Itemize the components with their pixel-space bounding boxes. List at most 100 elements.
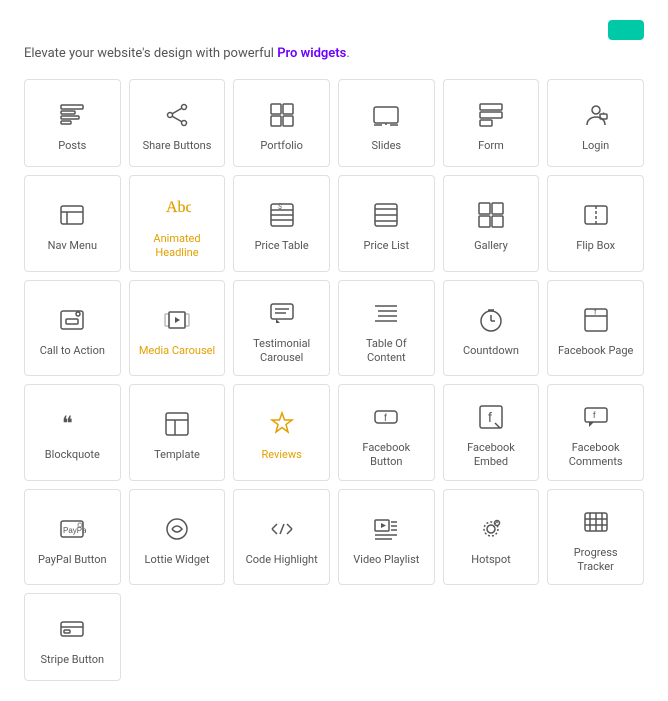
svg-text:f: f [384, 413, 387, 424]
paypal-icon: PayPal [58, 511, 86, 547]
widget-item-gallery[interactable]: Gallery [443, 175, 540, 272]
widget-label-facebook-embed: Facebook Embed [452, 441, 531, 470]
widget-label-facebook-button: Facebook Button [347, 441, 426, 470]
portfolio-icon [268, 97, 296, 133]
widget-label-stripe-button: Stripe Button [41, 653, 105, 667]
widget-item-reviews[interactable]: Reviews [233, 384, 330, 481]
widget-item-video-playlist[interactable]: Video Playlist [338, 489, 435, 586]
widget-item-price-list[interactable]: Price List [338, 175, 435, 272]
lottie-icon [163, 511, 191, 547]
svg-text:$: $ [278, 203, 282, 211]
widget-label-share-buttons: Share Buttons [143, 139, 212, 153]
widget-item-facebook-page[interactable]: f Facebook Page [547, 280, 644, 377]
facebook-comments-icon: f [582, 399, 610, 435]
widget-label-price-table: Price Table [255, 239, 309, 253]
widget-item-stripe-button[interactable]: Stripe Button [24, 593, 121, 681]
widget-label-posts: Posts [58, 139, 86, 153]
widget-item-code-highlight[interactable]: Code Highlight [233, 489, 330, 586]
widget-label-flip-box: Flip Box [576, 239, 615, 253]
navmenu-icon [58, 197, 86, 233]
widget-item-portfolio[interactable]: Portfolio [233, 79, 330, 167]
widget-item-lottie-widget[interactable]: Lottie Widget [129, 489, 226, 586]
widget-item-price-table[interactable]: $ Price Table [233, 175, 330, 272]
widget-label-form: Form [478, 139, 504, 153]
video-playlist-icon [372, 511, 400, 547]
widget-item-nav-menu[interactable]: Nav Menu [24, 175, 121, 272]
share-icon [163, 97, 191, 133]
animated-headline-icon: Abc [163, 190, 191, 226]
widget-label-animated-headline: Animated Headline [138, 232, 217, 261]
toc-icon [372, 295, 400, 331]
widget-label-lottie-widget: Lottie Widget [145, 553, 210, 567]
page-header [24, 20, 644, 40]
progress-tracker-icon [582, 504, 610, 540]
widget-item-slides[interactable]: Slides [338, 79, 435, 167]
widget-label-paypal-button: PayPal Button [38, 553, 107, 567]
widget-label-video-playlist: Video Playlist [353, 553, 419, 567]
widget-label-countdown: Countdown [463, 344, 519, 358]
login-icon [582, 97, 610, 133]
widget-label-price-list: Price List [364, 239, 410, 253]
facebook-button-icon: f [372, 399, 400, 435]
widget-item-media-carousel[interactable]: Media Carousel [129, 280, 226, 377]
widget-item-facebook-comments[interactable]: f Facebook Comments [547, 384, 644, 481]
widget-item-progress-tracker[interactable]: Progress Tracker [547, 489, 644, 586]
widget-label-portfolio: Portfolio [260, 139, 302, 153]
widget-item-share-buttons[interactable]: Share Buttons [129, 79, 226, 167]
widget-item-template[interactable]: Template [129, 384, 226, 481]
slides-icon [372, 97, 400, 133]
widget-item-login[interactable]: Login [547, 79, 644, 167]
svg-text:Abc: Abc [166, 199, 191, 216]
form-icon [477, 97, 505, 133]
widget-item-table-of-content[interactable]: Table Of Content [338, 280, 435, 377]
widget-label-code-highlight: Code Highlight [246, 553, 318, 567]
testimonial-carousel-icon [268, 295, 296, 331]
widget-item-posts[interactable]: Posts [24, 79, 121, 167]
widget-label-gallery: Gallery [474, 239, 508, 253]
widget-label-table-of-content: Table Of Content [347, 337, 426, 366]
widget-label-login: Login [582, 139, 609, 153]
facebook-embed-icon: f [477, 399, 505, 435]
widget-item-flip-box[interactable]: Flip Box [547, 175, 644, 272]
widgets-grid: Posts Share Buttons Portfolio Slides Form Log… [24, 79, 644, 681]
svg-text:PayPal: PayPal [63, 526, 86, 535]
widget-label-call-to-action: Call to Action [40, 344, 105, 358]
widget-label-progress-tracker: Progress Tracker [556, 546, 635, 575]
svg-text:❝: ❝ [62, 413, 73, 435]
svg-text:f: f [488, 409, 492, 425]
widget-label-facebook-page: Facebook Page [558, 344, 633, 358]
widget-item-countdown[interactable]: Countdown [443, 280, 540, 377]
page-subtitle: Elevate your website's design with power… [24, 46, 644, 61]
widget-label-facebook-comments: Facebook Comments [556, 441, 635, 470]
price-list-icon [372, 197, 400, 233]
gallery-icon [477, 197, 505, 233]
widget-label-nav-menu: Nav Menu [48, 239, 97, 253]
blockquote-icon: ❝ [58, 406, 86, 442]
media-carousel-icon [163, 302, 191, 338]
widget-label-template: Template [154, 448, 200, 462]
widget-item-hotspot[interactable]: Hotspot [443, 489, 540, 586]
reviews-icon [268, 406, 296, 442]
widget-label-slides: Slides [372, 139, 402, 153]
widget-item-form[interactable]: Form [443, 79, 540, 167]
get-elementor-pro-button[interactable] [608, 20, 644, 40]
posts-icon [58, 97, 86, 133]
template-icon [163, 406, 191, 442]
hotspot-icon [477, 511, 505, 547]
widget-label-media-carousel: Media Carousel [139, 344, 215, 358]
widget-item-paypal-button[interactable]: PayPal PayPal Button [24, 489, 121, 586]
facebook-page-icon: f [582, 302, 610, 338]
stripe-icon [58, 611, 86, 647]
cta-icon [58, 302, 86, 338]
svg-text:f: f [593, 410, 596, 420]
price-table-icon: $ [268, 197, 296, 233]
widget-item-testimonial-carousel[interactable]: Testimonial Carousel [233, 280, 330, 377]
widget-item-facebook-embed[interactable]: f Facebook Embed [443, 384, 540, 481]
widget-label-blockquote: Blockquote [45, 448, 100, 462]
widget-item-blockquote[interactable]: ❝ Blockquote [24, 384, 121, 481]
widget-item-animated-headline[interactable]: Abc Animated Headline [129, 175, 226, 272]
widget-item-facebook-button[interactable]: f Facebook Button [338, 384, 435, 481]
widget-label-reviews: Reviews [261, 448, 301, 462]
widget-label-hotspot: Hotspot [471, 553, 510, 567]
widget-item-call-to-action[interactable]: Call to Action [24, 280, 121, 377]
